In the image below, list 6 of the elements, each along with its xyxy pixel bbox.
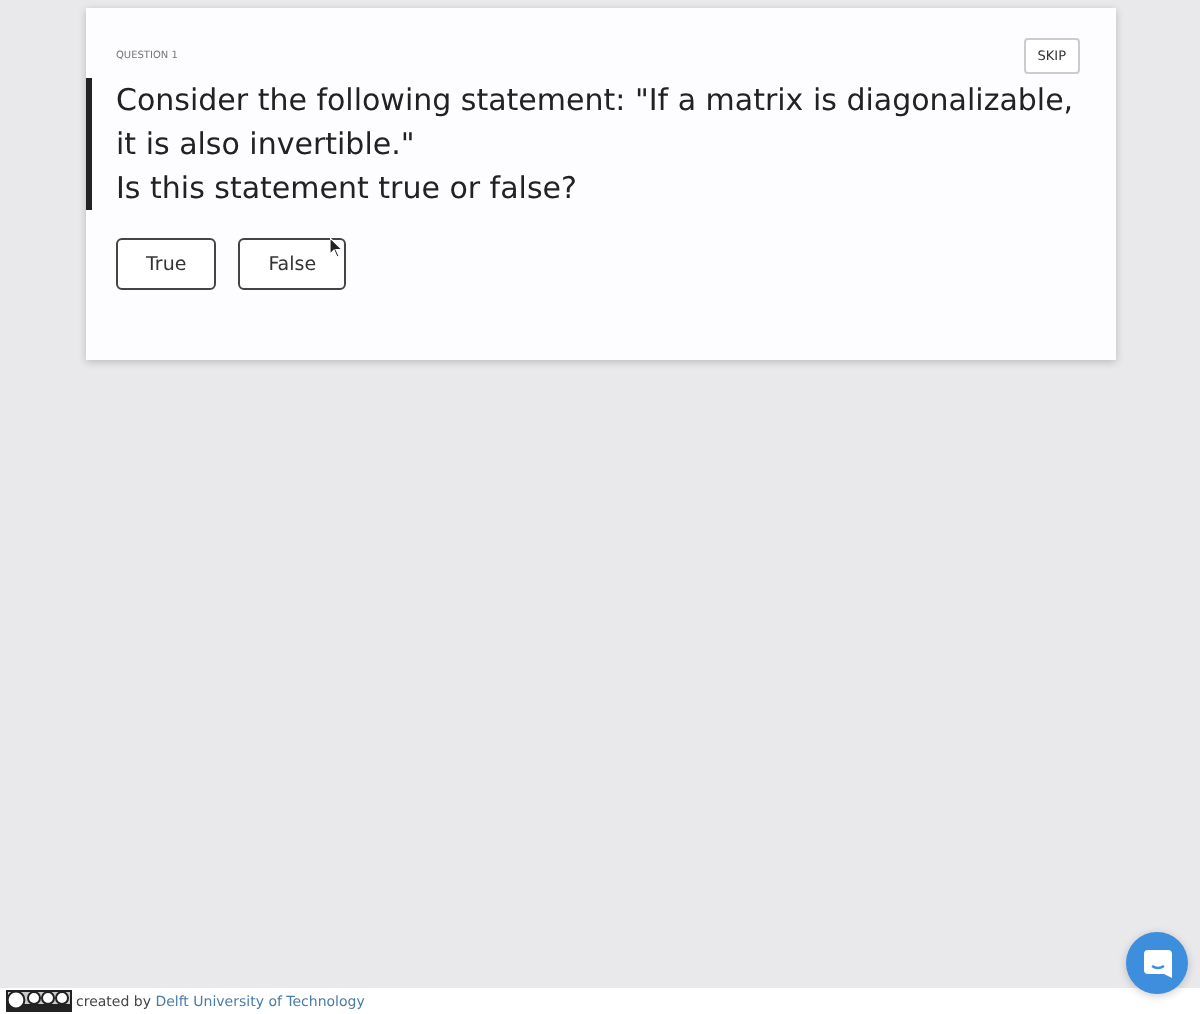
question-text: Consider the following statement: "If a matrix is diagonalizable, it is also invertible." Is this statement true or false?: [86, 78, 1080, 210]
answer-button[interactable]: True: [116, 238, 217, 290]
answer-button[interactable]: False: [238, 238, 347, 290]
chat-icon: [1141, 947, 1173, 979]
chat-button[interactable]: [1126, 932, 1188, 994]
cursor-icon: [330, 238, 344, 258]
